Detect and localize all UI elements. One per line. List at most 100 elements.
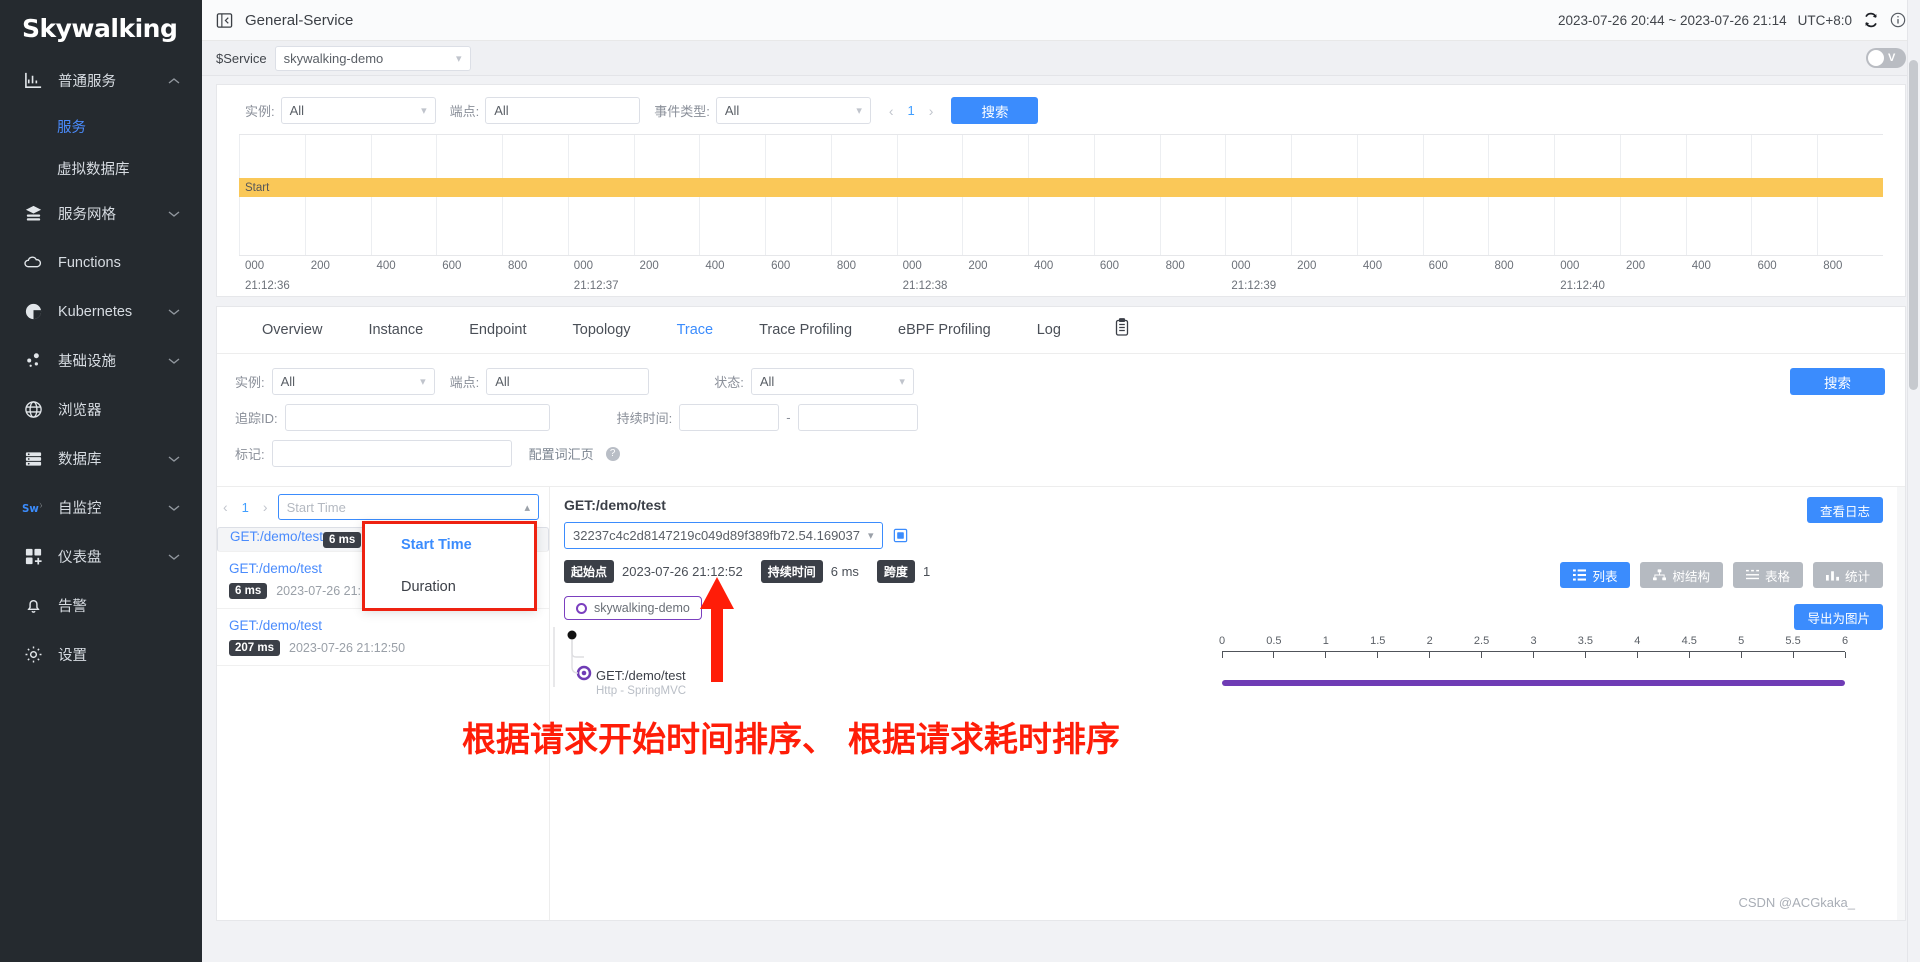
sidebar-item-service-mesh[interactable]: 服务网格 <box>0 189 202 238</box>
view-mode-label: 树结构 <box>1672 569 1710 584</box>
scrollbar-thumb[interactable] <box>1909 60 1918 390</box>
ruler-tick-label: 2.5 <box>1473 635 1490 647</box>
view-mode-stats[interactable]: 统计 <box>1812 562 1883 588</box>
events-instance-select[interactable]: All ▾ <box>280 97 436 124</box>
tab-topology[interactable]: Topology <box>550 307 654 354</box>
trace-id-input[interactable] <box>284 404 550 431</box>
sidebar-item-label: 基础设施 <box>58 354 116 370</box>
chevron-down-icon: ▾ <box>856 105 862 117</box>
chevron-right-icon[interactable]: › <box>929 103 934 119</box>
trace-status-select[interactable]: All ▾ <box>750 368 914 395</box>
sidebar-item-virtual-database[interactable]: 虚拟数据库 <box>0 147 202 189</box>
span-timeline-ruler: 0 0.5 1 1.5 2 2.5 3 3.5 4 4.5 5 5.5 6 <box>1218 635 1848 686</box>
page-scrollbar[interactable] <box>1907 0 1920 962</box>
trace-instance-select[interactable]: All ▾ <box>271 368 435 395</box>
sort-option-duration[interactable]: Duration <box>365 566 534 608</box>
chevron-left-icon[interactable]: ‹ <box>889 103 894 119</box>
sidebar-item-kubernetes[interactable]: Kubernetes <box>0 287 202 336</box>
sort-option-start-time[interactable]: Start Time <box>365 524 534 566</box>
tab-trace-profiling[interactable]: Trace Profiling <box>736 307 875 354</box>
service-select[interactable]: skywalking-demo ▾ <box>274 45 471 71</box>
question-icon[interactable]: ? <box>605 446 620 461</box>
service-chip[interactable]: skywalking-demo <box>564 596 702 620</box>
ruler-tick-label: 1 <box>1322 635 1329 647</box>
view-mode-label: 列表 <box>1592 569 1618 584</box>
dashboard-add-icon <box>22 546 44 568</box>
view-mode-list[interactable]: 列表 <box>1560 562 1631 588</box>
chevron-down-icon: ▾ <box>899 376 905 388</box>
tab-endpoint[interactable]: Endpoint <box>446 307 549 354</box>
sidebar-item-functions[interactable]: Functions <box>0 238 202 287</box>
tab-overview[interactable]: Overview <box>239 307 345 354</box>
main-area: General-Service 2023-07-26 20:44 ~ 2023-… <box>202 0 1920 962</box>
events-search-button[interactable]: 搜索 <box>951 97 1039 124</box>
export-image-button[interactable]: 导出为图片 <box>1794 604 1883 630</box>
app-logo[interactable]: Skywalking <box>0 0 202 56</box>
events-pager: ‹ 1 › <box>889 103 934 119</box>
timeline-second-label: 21:12:36 <box>245 280 290 292</box>
chevron-down-icon <box>168 451 182 467</box>
timeline-tick-label: 000 <box>1231 260 1251 272</box>
events-type-value: All <box>724 103 740 118</box>
events-type-label: 事件类型: <box>654 104 710 119</box>
tab-instance[interactable]: Instance <box>345 307 446 354</box>
dark-mode-toggle[interactable]: V <box>1866 48 1906 68</box>
ruler-tick-label: 4 <box>1634 635 1641 647</box>
sidebar-item-database[interactable]: 数据库 <box>0 434 202 483</box>
span-duration-bar[interactable] <box>1222 680 1845 686</box>
sort-dropdown-menu[interactable]: Start Time Duration <box>362 521 537 611</box>
timeline-tick-label: 600 <box>1428 260 1448 272</box>
span-row[interactable]: GET:/demo/test Http - SpringMVC <box>596 668 916 697</box>
view-mode-table[interactable]: 表格 <box>1732 562 1803 588</box>
copy-icon[interactable] <box>892 527 909 544</box>
timeline-tick-label: 600 <box>771 260 791 272</box>
sidebar-item-services[interactable]: 服务 <box>0 105 202 147</box>
sidebar-item-label: 自监控 <box>58 501 102 517</box>
stats-icon <box>1825 569 1839 581</box>
mesh-icon <box>22 203 44 225</box>
up-arrow-icon <box>700 577 734 682</box>
refresh-icon[interactable] <box>1863 12 1879 28</box>
info-icon[interactable] <box>1890 12 1906 28</box>
sidebar-item-self-observability[interactable]: Sw 自监控 <box>0 483 202 532</box>
clipboard-icon[interactable] <box>1084 318 1144 342</box>
sidebar-item-settings[interactable]: 设置 <box>0 630 202 679</box>
toggle-knob <box>1868 50 1884 66</box>
events-endpoint-input[interactable]: All <box>485 97 641 124</box>
sidebar-item-label: 设置 <box>58 648 87 664</box>
trace-list-item[interactable]: GET:/demo/test 207 ms 2023-07-26 21:12:50 <box>217 609 549 666</box>
tab-log[interactable]: Log <box>1014 307 1084 354</box>
vocab-config-link[interactable]: 配置词汇页 <box>529 444 594 463</box>
trace-endpoint-input[interactable]: All <box>486 368 650 395</box>
sidebar-item-dashboard[interactable]: 仪表盘 <box>0 532 202 581</box>
view-logs-button[interactable]: 查看日志 <box>1806 497 1883 523</box>
inner-scrollbar[interactable] <box>1897 487 1905 920</box>
sidebar-item-general-service[interactable]: 普通服务 <box>0 56 202 105</box>
sidebar-item-browser[interactable]: 浏览器 <box>0 385 202 434</box>
tab-ebpf-profiling[interactable]: eBPF Profiling <box>875 307 1014 354</box>
events-type-select[interactable]: All ▾ <box>715 97 871 124</box>
trace-duration-from-input[interactable] <box>679 404 780 431</box>
timeline-tick-label: 200 <box>1297 260 1317 272</box>
trace-duration-to-input[interactable] <box>797 404 918 431</box>
annotation-note: 根据请求开始时间排序、 根据请求耗时排序 <box>462 720 1120 760</box>
view-mode-tree[interactable]: 树结构 <box>1640 562 1723 588</box>
trace-tags-input[interactable] <box>271 440 512 467</box>
events-page-number[interactable]: 1 <box>908 103 915 118</box>
trace-status-label: 状态: <box>714 375 744 390</box>
timeline-event-bar[interactable]: Start <box>239 178 1883 197</box>
trace-page-number[interactable]: 1 <box>242 500 249 515</box>
tab-trace[interactable]: Trace <box>654 307 737 354</box>
chevron-right-icon[interactable]: › <box>263 499 268 515</box>
sidebar-item-alarm[interactable]: 告警 <box>0 581 202 630</box>
ruler-tick-label: 0 <box>1218 635 1226 647</box>
time-range-label[interactable]: 2023-07-26 20:44 ~ 2023-07-26 21:14 <box>1558 13 1787 28</box>
trace-sort-select[interactable]: Start Time ▴ <box>277 494 539 520</box>
timeline-second-label: 21:12:37 <box>573 280 619 292</box>
chevron-left-icon[interactable]: ‹ <box>223 499 228 515</box>
sidebar-item-label: 数据库 <box>58 452 102 468</box>
trace-id-select[interactable]: 32237c4c2d8147219c049d89f389fb72.54.1690… <box>564 522 883 549</box>
sidebar-collapse-icon[interactable] <box>216 12 233 29</box>
trace-search-button[interactable]: 搜索 <box>1790 368 1885 395</box>
sidebar-item-infrastructure[interactable]: 基础设施 <box>0 336 202 385</box>
